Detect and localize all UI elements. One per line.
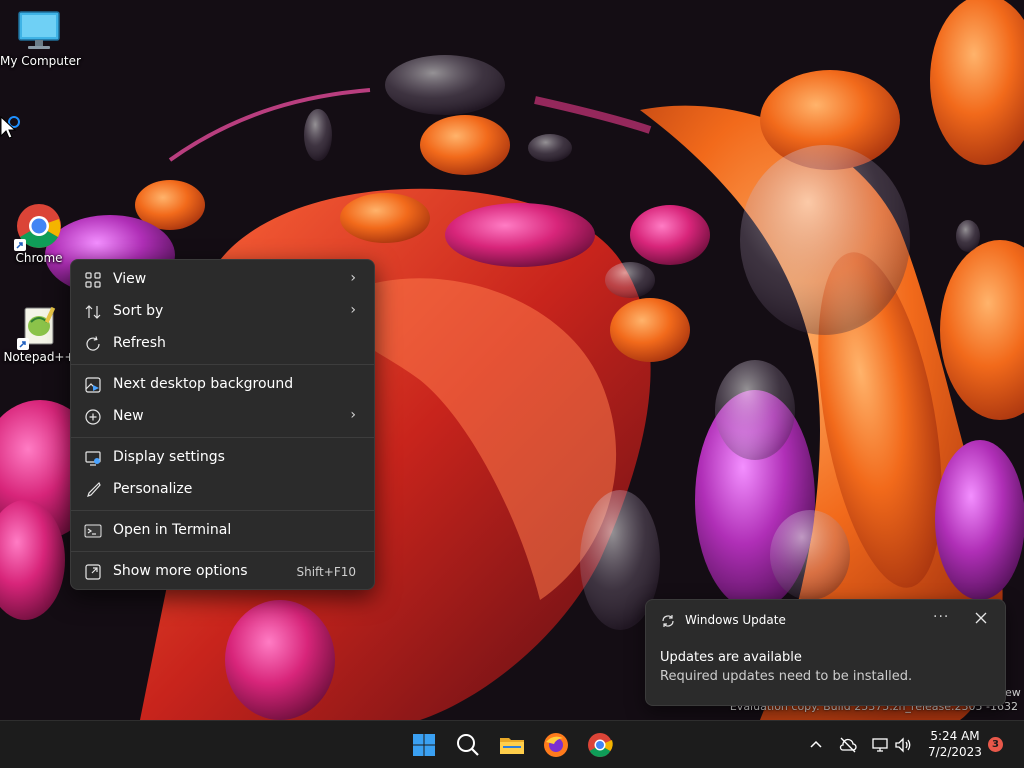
refresh-icon [86,336,100,351]
menu-separator [71,551,374,552]
chrome-icon [588,733,613,758]
sort-icon [85,305,101,319]
shortcut-arrow-icon [17,338,29,350]
more-options-icon [85,564,101,580]
notification-body: Required updates need to be installed. [660,669,913,684]
volume-button[interactable] [893,735,913,755]
cloud-off-icon [839,737,857,753]
clock-button[interactable]: 5:24 AM 7/2/2023 [920,728,990,760]
desktop-icon-notepadpp[interactable]: Notepad++ [0,304,78,364]
desktop-icon-label: Notepad++ [3,350,75,364]
search-icon [457,734,479,756]
firefox-icon [544,733,568,757]
desktop-icon-label: Chrome [15,251,63,265]
display-icon [85,451,101,466]
show-hidden-icons-button[interactable] [806,735,826,755]
menu-separator [71,437,374,438]
windows-start-icon [413,734,435,756]
file-explorer-button[interactable] [497,730,527,760]
windows-update-notification[interactable]: Windows Update ··· Updates are available… [645,599,1006,706]
menu-item-new[interactable]: New › [75,402,370,432]
monitor-icon [17,10,61,52]
menu-item-view[interactable]: View › [75,265,370,295]
menu-item-display-settings[interactable]: Display settings [75,443,370,473]
onedrive-status-button[interactable] [838,735,858,755]
menu-item-label: Refresh [113,335,166,351]
brush-icon [87,481,101,497]
firefox-button[interactable] [541,730,571,760]
menu-item-label: Sort by [113,303,164,319]
menu-item-sort-by[interactable]: Sort by › [75,297,370,327]
desktop-icon-chrome[interactable]: Chrome [0,203,78,265]
search-button[interactable] [453,730,483,760]
notification-count-badge[interactable]: 3 [988,737,1003,752]
menu-item-label: New [113,408,144,424]
menu-item-open-in-terminal[interactable]: Open in Terminal [75,516,370,546]
taskbar: 5:24 AM 7/2/2023 3 [0,720,1024,768]
watermark-fragment: ew [1005,686,1021,699]
volume-icon [895,737,911,753]
menu-item-show-more-options[interactable]: Show more options Shift+F10 [75,557,370,587]
menu-item-label: Show more options [113,563,248,579]
start-button[interactable] [409,730,439,760]
menu-item-label: Open in Terminal [113,522,232,538]
network-button[interactable] [870,735,890,755]
desktop-context-menu: View › Sort by › Refresh Next desktop ba… [70,259,375,590]
chrome-taskbar-button[interactable] [585,730,615,760]
menu-separator [71,364,374,365]
menu-separator [71,510,374,511]
chrome-icon [14,203,62,251]
mouse-cursor-icon [0,116,16,139]
menu-item-next-desktop-background[interactable]: Next desktop background [75,370,370,400]
grid-icon [85,272,101,288]
more-options-button[interactable]: ··· [933,609,949,625]
clock-time: 5:24 AM [930,729,980,743]
desktop-icon-my-computer[interactable]: My Computer [0,10,81,68]
terminal-icon [84,524,102,538]
file-explorer-icon [500,738,524,754]
notification-app-name: Windows Update [685,613,786,627]
menu-item-refresh[interactable]: Refresh [75,329,370,359]
desktop-icon-label: My Computer [0,54,81,68]
menu-item-label: Display settings [113,449,225,465]
notepadpp-icon [17,304,59,350]
shortcut-arrow-icon [14,239,26,251]
chevron-right-icon: › [350,407,356,423]
menu-item-label: Personalize [113,481,193,497]
chevron-right-icon: › [350,270,356,286]
network-icon [872,738,888,752]
next-background-icon [85,377,101,393]
notification-title: Updates are available [660,650,802,665]
close-icon[interactable] [974,611,988,625]
menu-item-personalize[interactable]: Personalize [75,475,370,505]
menu-item-label: View [113,271,147,287]
clock-date: 7/2/2023 [928,745,982,759]
chevron-up-icon [810,740,822,748]
plus-circle-icon [85,409,101,425]
sync-icon [662,615,674,627]
menu-item-shortcut: Shift+F10 [296,565,356,579]
menu-item-label: Next desktop background [113,376,294,392]
chevron-right-icon: › [350,302,356,318]
